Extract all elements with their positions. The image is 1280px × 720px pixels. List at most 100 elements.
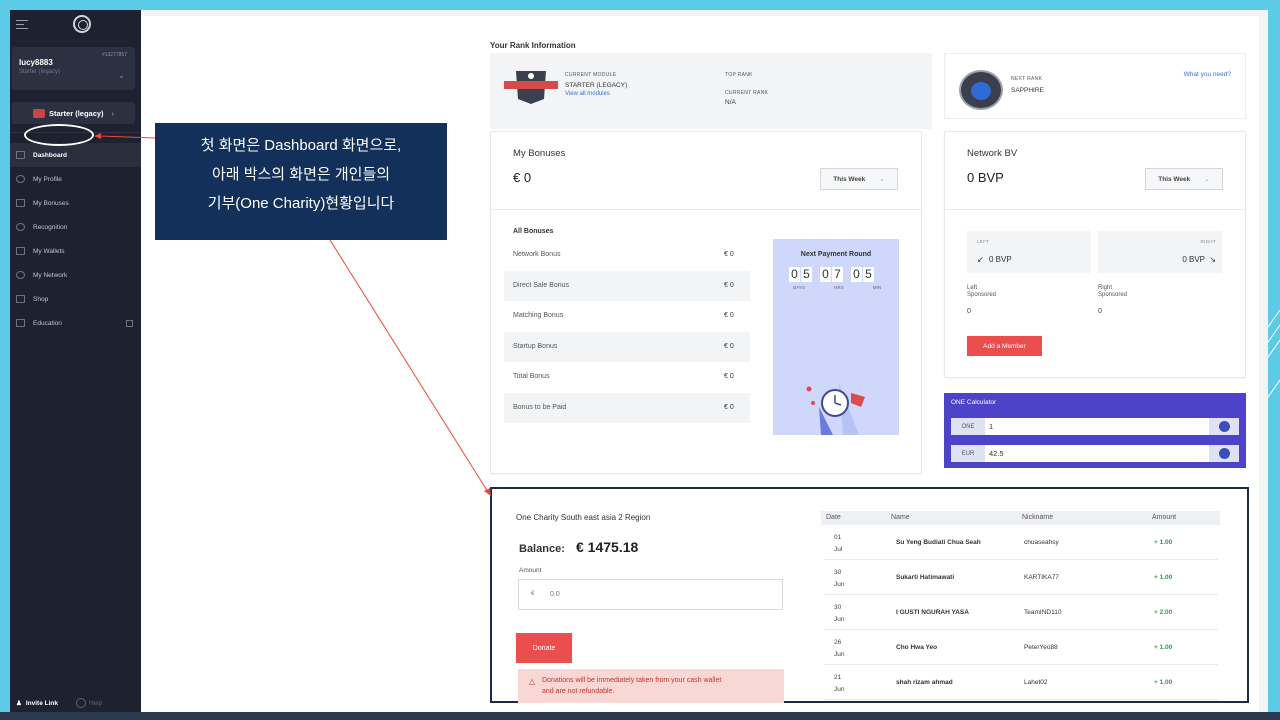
next-payment-title: Next Payment Round <box>800 251 872 258</box>
one-calculator: ONE Calculator ONE 1 EUR 42.5 <box>944 393 1246 468</box>
one-value[interactable]: 1 <box>989 422 993 431</box>
row-name: shah rizam ahmad <box>896 679 953 686</box>
row-month: Jun <box>834 616 845 623</box>
sidebar-item-recognition[interactable]: Recognition <box>10 215 141 239</box>
sidebar-footer: ♟ Invite Link Help <box>10 694 141 712</box>
donate-button[interactable]: Donate <box>516 633 572 663</box>
convert-button[interactable] <box>1209 418 1239 435</box>
rank-button[interactable]: Starter (legacy) › <box>12 102 135 124</box>
column-header: Nickname <box>1022 514 1054 521</box>
digit: 0 <box>851 267 862 282</box>
countdown-days: 0 5 <box>789 267 812 282</box>
sidebar-item-shop[interactable]: Shop <box>10 287 141 311</box>
bonus-row: Network Bonus € 0 <box>504 240 750 270</box>
what-you-need-link[interactable]: What you need? <box>1184 71 1231 78</box>
sidebar-item-my-bonuses[interactable]: My Bonuses <box>10 191 141 215</box>
row-amount: + 1.00 <box>1154 679 1173 686</box>
one-input-row[interactable]: ONE 1 <box>951 418 1239 435</box>
top-rank-label: TOP RANK <box>725 72 753 78</box>
annotation-line1: 첫 화면은 Dashboard 화면으로, <box>200 137 402 154</box>
bonus-name: Direct Sale Bonus <box>513 282 570 289</box>
donations-table: Date Name Nickname Amount 01 Jul Su Yeng … <box>821 511 1220 700</box>
bonus-amount: € 0 <box>724 312 734 319</box>
countdown-labels: DAYS HRS MIN <box>789 285 885 290</box>
left-sponsored-label-line1: Left <box>967 285 978 291</box>
sidebar-item-label: My Wallets <box>33 247 65 255</box>
left-sponsored-label: Left Sponsored <box>967 285 996 299</box>
balance-value: € 1475.18 <box>576 539 639 555</box>
network-period-select[interactable]: This Week ⌄ <box>1145 168 1223 190</box>
hamburger-menu-icon[interactable] <box>16 19 28 29</box>
sidebar-item-dashboard[interactable]: Dashboard <box>10 143 141 167</box>
eur-input-row[interactable]: EUR 42.5 <box>951 445 1239 462</box>
sidebar-item-my-profile[interactable]: My Profile <box>10 167 141 191</box>
bonuses-period-select[interactable]: This Week ⌄ <box>820 168 898 190</box>
arrow-down-left-icon: ↙ <box>977 255 984 264</box>
bonus-name: Bonus to be Paid <box>513 404 567 411</box>
network-bv-title: Network BV <box>967 148 1018 159</box>
current-rank-value: N/A <box>725 99 736 106</box>
screenshot-frame: #13277857 lucy8883 Starter (legacy) ⌄ St… <box>10 10 1268 712</box>
user-id: #13277857 <box>101 52 127 58</box>
digit: 7 <box>832 267 843 282</box>
donation-amount-input[interactable]: € 0.0 <box>518 579 783 610</box>
amount-placeholder: 0.0 <box>550 591 560 598</box>
row-date: 21 Jun <box>834 672 844 696</box>
bonus-amount: € 0 <box>724 373 734 380</box>
sidebar-item-my-wallets[interactable]: My Wallets <box>10 239 141 263</box>
annotation-line2: 아래 박스의 화면은 개인들의 <box>211 166 391 183</box>
digit: 5 <box>801 267 812 282</box>
add-user-icon: ♟ <box>16 700 22 707</box>
bonus-amount: € 0 <box>724 251 734 258</box>
rank-badge-icon <box>504 71 558 104</box>
eur-tag: EUR <box>951 445 985 462</box>
table-row: 30 Jun I GUSTI NGURAH YASA TeamIND110 + 2… <box>824 595 1218 630</box>
chevron-down-icon: ⌄ <box>879 176 885 183</box>
bonus-name: Total Bonus <box>513 373 550 380</box>
sidebar-nav: Dashboard My Profile My Bonuses Recognit… <box>10 143 141 335</box>
convert-button[interactable] <box>1209 445 1239 462</box>
row-day: 01 <box>834 534 842 541</box>
invite-link[interactable]: ♟ Invite Link <box>16 699 58 708</box>
calculator-title: ONE Calculator <box>951 399 997 406</box>
sidebar-item-education[interactable]: Education <box>10 311 141 335</box>
slide-decoration <box>1266 309 1280 401</box>
next-rank-label: NEXT RANK <box>1011 76 1043 82</box>
add-member-button[interactable]: Add a Member <box>967 336 1042 356</box>
bonus-amount: € 0 <box>724 404 734 411</box>
user-card[interactable]: #13277857 lucy8883 Starter (legacy) ⌄ <box>12 47 135 90</box>
annotation-line3: 기부(One Charity)현황입니다 <box>207 195 395 212</box>
sidebar-header <box>10 10 141 38</box>
table-row: 30 Jun Sukarti Hatimawati KARTIKA77 + 1.0… <box>824 560 1218 595</box>
right-leg-value: 0 BVP <box>1182 255 1205 264</box>
network-icon <box>16 271 25 279</box>
my-bonuses-title: My Bonuses <box>513 148 566 159</box>
current-module-value: STARTER (LEGACY) <box>565 82 628 89</box>
period-label: This Week <box>833 175 866 183</box>
bonus-row: Bonus to be Paid € 0 <box>504 393 750 423</box>
rank-section-title: Your Rank Information <box>490 41 576 50</box>
sidebar-item-label: My Network <box>33 271 68 279</box>
right-leg-box: RIGHT 0 BVP ↘ <box>1098 231 1222 273</box>
sidebar-item-my-network[interactable]: My Network <box>10 263 141 287</box>
all-bonuses-title: All Bonuses <box>513 228 554 235</box>
row-name: Su Yeng Budiati Chua Seah <box>896 539 981 546</box>
warning-line2: and are not refundable. <box>542 688 615 695</box>
left-sponsored-value: 0 <box>967 308 971 315</box>
period-label: This Week <box>1158 175 1191 183</box>
digit: 0 <box>820 267 831 282</box>
row-date: 01 Jul <box>834 532 842 556</box>
my-bonuses-card: My Bonuses € 0 This Week ⌄ All Bonuses N… <box>490 131 922 474</box>
current-rank-label: CURRENT RANK <box>725 90 769 96</box>
sidebar: #13277857 lucy8883 Starter (legacy) ⌄ St… <box>10 10 141 712</box>
bonus-row: Startup Bonus € 0 <box>504 332 750 362</box>
user-level: Starter (legacy) <box>19 69 61 75</box>
row-month: Jun <box>834 651 845 658</box>
column-header: Date <box>826 514 841 521</box>
balance-label: Balance: <box>519 543 565 555</box>
table-header: Date Name Nickname Amount <box>821 511 1220 525</box>
view-all-modules-link[interactable]: View all modules <box>565 91 610 97</box>
help-link[interactable]: Help <box>75 698 102 708</box>
eur-value[interactable]: 42.5 <box>989 449 1004 458</box>
column-header: Name <box>891 514 910 521</box>
